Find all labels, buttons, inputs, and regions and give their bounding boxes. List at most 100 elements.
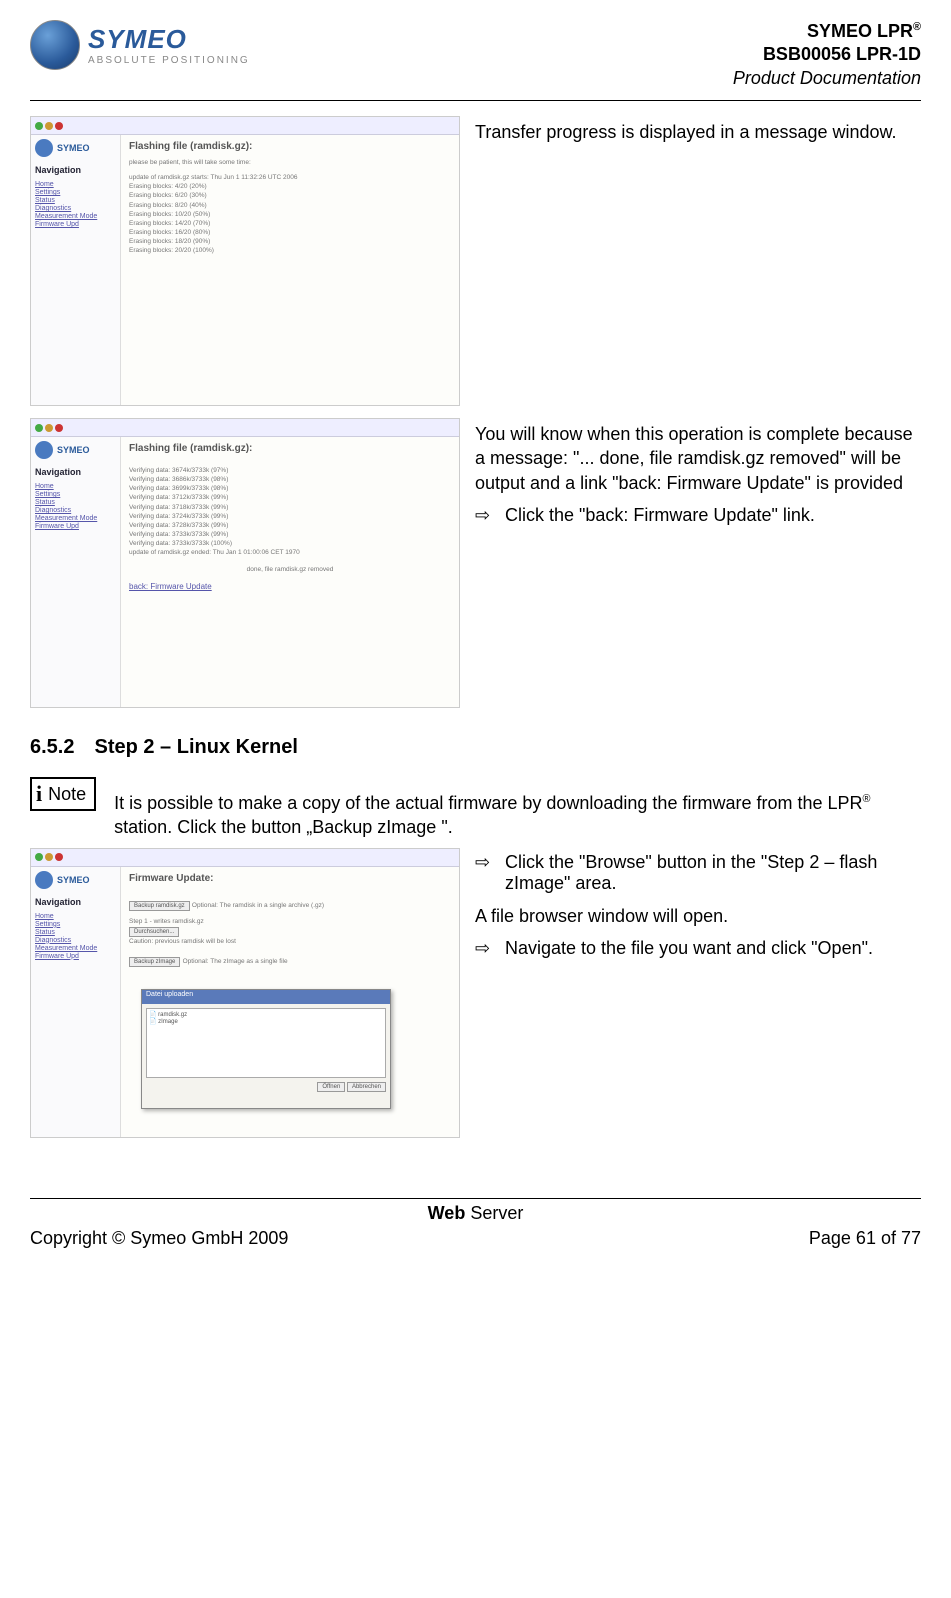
nav-link: Firmware Upd <box>35 953 116 960</box>
section-heading: 6.5.2 Step 2 – Linux Kernel <box>30 736 921 759</box>
shot-line: Erasing blocks: 10/20 (50%) <box>129 210 451 219</box>
shot-btn: Durchsuchen... <box>129 927 179 937</box>
nav-link: Status <box>35 197 116 204</box>
instruction-row-3: SYMEO Navigation Home Settings Status Di… <box>30 848 921 1138</box>
shot-line: Verifying data: 3724k/3733k (99%) <box>129 512 451 521</box>
doc-line2: BSB00056 LPR-1D <box>733 43 921 66</box>
footer-center-rest: Server <box>465 1203 523 1223</box>
nav-link: Diagnostics <box>35 937 116 944</box>
row3-text: A file browser window will open. <box>475 904 921 928</box>
company-name: SYMEO <box>88 24 250 55</box>
instruction-row-2: SYMEO Navigation Home Settings Status Di… <box>30 418 921 708</box>
shot-line: Erasing blocks: 6/20 (30%) <box>129 191 451 200</box>
page-number: Page 61 of 77 <box>809 1228 921 1249</box>
shot-note: Optional: The ramdisk in a single archiv… <box>192 902 324 909</box>
reg-mark: ® <box>863 793 871 805</box>
nav-link: Settings <box>35 189 116 196</box>
instruction-row-1: SYMEO Navigation Home Settings Status Di… <box>30 116 921 406</box>
arrow-icon: ⇨ <box>475 505 495 526</box>
shot-line: Verifying data: 3674k/3733k (97%) <box>129 466 451 475</box>
arrow-icon: ⇨ <box>475 938 495 959</box>
note-badge: i Note <box>30 777 96 811</box>
reg-mark: ® <box>913 21 921 33</box>
file-dialog: Datei uploaden 📄 ramdisk.gz 📄 zImage Öff… <box>141 989 391 1109</box>
shot-line: Erasing blocks: 8/20 (40%) <box>129 201 451 210</box>
shot-btn: Backup zImage <box>129 957 180 967</box>
shot-line: Verifying data: 3686k/3733k (98%) <box>129 475 451 484</box>
shot-title: Flashing file (ramdisk.gz): <box>129 141 451 152</box>
doc-line1: SYMEO LPR <box>807 21 913 41</box>
shot-line: Erasing blocks: 14/20 (70%) <box>129 219 451 228</box>
footer-center: Web Server <box>30 1203 921 1224</box>
nav-link: Home <box>35 483 116 490</box>
shot-line: Erasing blocks: 20/20 (100%) <box>129 246 451 255</box>
shot-step: Step 1 - writes ramdisk.gz <box>129 917 451 926</box>
row2-action: Click the "back: Firmware Update" link. <box>505 505 815 526</box>
shot-line: update of ramdisk.gz starts: Thu Jun 1 1… <box>129 173 451 182</box>
arrow-icon: ⇨ <box>475 852 495 894</box>
copyright: Copyright © Symeo GmbH 2009 <box>30 1228 288 1249</box>
nav-link: Home <box>35 181 116 188</box>
company-tagline: ABSOLUTE POSITIONING <box>88 55 250 66</box>
dialog-title: Datei uploaden <box>142 990 390 1004</box>
shot-note: Optional: The zImage as a single file <box>183 958 288 965</box>
shot-line: Verifying data: 3733k/3733k (100%) <box>129 539 451 548</box>
nav-link: Measurement Mode <box>35 515 116 522</box>
page-footer: Web Server Copyright © Symeo GmbH 2009 P… <box>30 1198 921 1249</box>
nav-link: Measurement Mode <box>35 945 116 952</box>
shot-line: Erasing blocks: 4/20 (20%) <box>129 182 451 191</box>
footer-center-bold: Web <box>428 1203 466 1223</box>
instruction-text-3: ⇨ Click the "Browse" button in the "Step… <box>475 848 921 969</box>
info-icon: i <box>36 781 42 807</box>
logo-block: SYMEO ABSOLUTE POSITIONING <box>30 20 250 70</box>
nav-link: Home <box>35 913 116 920</box>
section-title: Step 2 – Linux Kernel <box>94 736 297 758</box>
nav-link: Firmware Upd <box>35 221 116 228</box>
instruction-text-1: Transfer progress is displayed in a mess… <box>475 116 921 154</box>
header-rule <box>30 100 921 101</box>
instruction-text-2: You will know when this operation is com… <box>475 418 921 536</box>
nav-link: Diagnostics <box>35 205 116 212</box>
shot-title: Flashing file (ramdisk.gz): <box>129 443 451 454</box>
shot-note: Caution: previous ramdisk will be lost <box>129 937 451 946</box>
shot-line: Erasing blocks: 18/20 (90%) <box>129 237 451 246</box>
row3-action2: Navigate to the file you want and click … <box>505 938 873 959</box>
nav-link: Settings <box>35 921 116 928</box>
footer-rule <box>30 1198 921 1199</box>
nav-link: Diagnostics <box>35 507 116 514</box>
section-number: 6.5.2 <box>30 736 74 759</box>
logo-icon <box>30 20 80 70</box>
nav-link: Status <box>35 499 116 506</box>
nav-link: Measurement Mode <box>35 213 116 220</box>
shot-btn: Backup ramdisk.gz <box>129 901 190 911</box>
shot-line: Verifying data: 3733k/3733k (99%) <box>129 530 451 539</box>
doc-line3: Product Documentation <box>733 67 921 90</box>
row1-text: Transfer progress is displayed in a mess… <box>475 120 921 144</box>
shot-line: Erasing blocks: 16/20 (80%) <box>129 228 451 237</box>
nav-heading: Navigation <box>35 165 116 175</box>
page-header: SYMEO ABSOLUTE POSITIONING SYMEO LPR® BS… <box>30 20 921 90</box>
note-text-pre: It is possible to make a copy of the act… <box>114 793 862 813</box>
doc-title: SYMEO LPR® BSB00056 LPR-1D Product Docum… <box>733 20 921 90</box>
screenshot-2: SYMEO Navigation Home Settings Status Di… <box>30 418 460 708</box>
nav-link: Settings <box>35 491 116 498</box>
screenshot-1: SYMEO Navigation Home Settings Status Di… <box>30 116 460 406</box>
shot-msg: please be patient, this will take some t… <box>129 158 451 167</box>
shot-line: Verifying data: 3718k/3733k (99%) <box>129 503 451 512</box>
shot-line: update of ramdisk.gz ended: Thu Jan 1 01… <box>129 548 451 557</box>
shot-line: Verifying data: 3712k/3733k (99%) <box>129 493 451 502</box>
shot-back-link: back: Firmware Update <box>129 582 451 591</box>
screenshot-3: SYMEO Navigation Home Settings Status Di… <box>30 848 460 1138</box>
shot-line: Verifying data: 3699k/3733k (98%) <box>129 484 451 493</box>
note-text-post: station. Click the button „Backup zImage… <box>114 817 453 837</box>
shot-done: done, file ramdisk.gz removed <box>129 565 451 574</box>
nav-heading: Navigation <box>35 467 116 477</box>
note-text: It is possible to make a copy of the act… <box>114 777 921 840</box>
nav-link: Firmware Upd <box>35 523 116 530</box>
note-block: i Note It is possible to make a copy of … <box>30 777 921 840</box>
nav-heading: Navigation <box>35 897 116 907</box>
note-label: Note <box>48 784 86 805</box>
row2-text: You will know when this operation is com… <box>475 422 921 495</box>
shot-title: Firmware Update: <box>129 873 451 884</box>
row3-action1: Click the "Browse" button in the "Step 2… <box>505 852 921 894</box>
